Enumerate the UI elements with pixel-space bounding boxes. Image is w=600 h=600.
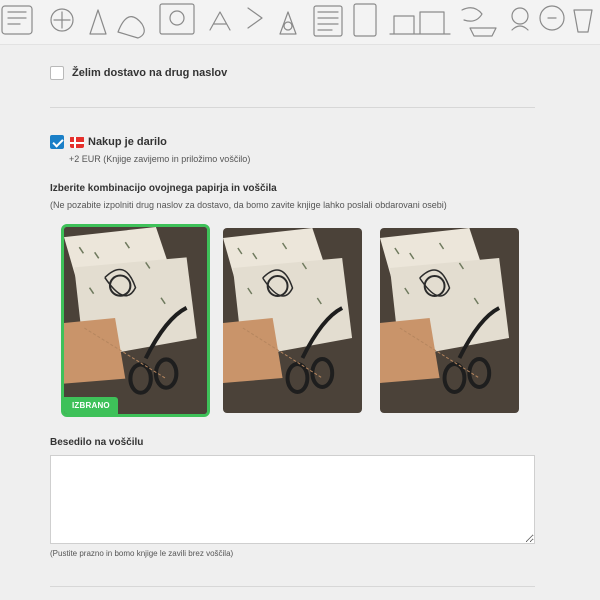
divider-bottom: [50, 586, 535, 587]
other-address-label: Želim dostavo na drug naslov: [72, 67, 228, 79]
wrap-hint: (Ne pozabite izpolniti drug naslov za do…: [50, 200, 447, 210]
doodle-illustration: [1, 3, 593, 39]
wrap-title: Izberite kombinacijo ovojnega papirja in…: [50, 183, 277, 194]
gift-wrap-photo: [223, 228, 362, 413]
other-address-checkbox[interactable]: [50, 66, 64, 80]
card-text-title: Besedilo na voščilu: [50, 437, 144, 448]
gift-flag-icon: [70, 136, 84, 148]
gift-wrap-option-2[interactable]: [223, 228, 362, 413]
card-text-hint: (Pustite prazno in bomo knjige le zavili…: [50, 549, 234, 558]
checkout-gift-section: Želim dostavo na drug naslov Nakup je da…: [0, 0, 600, 600]
gift-checkbox[interactable]: [50, 135, 64, 149]
gift-label: Nakup je darilo: [88, 136, 167, 148]
other-address-checkbox-row[interactable]: Želim dostavo na drug naslov: [50, 66, 227, 80]
gift-checkbox-row[interactable]: Nakup je darilo: [50, 135, 167, 149]
gift-wrap-option-3[interactable]: [380, 228, 519, 413]
gift-wrap-photo: [380, 228, 519, 413]
selected-badge: IZBRANO: [64, 397, 118, 414]
gift-price-note: +2 EUR (Knjige zavijemo in priložimo voš…: [69, 154, 251, 164]
doodle-banner: [0, 0, 600, 45]
divider: [50, 107, 535, 108]
gift-wrap-photo: [64, 227, 207, 414]
card-text-textarea[interactable]: [50, 455, 535, 544]
gift-wrap-option-1[interactable]: IZBRANO: [61, 224, 210, 417]
